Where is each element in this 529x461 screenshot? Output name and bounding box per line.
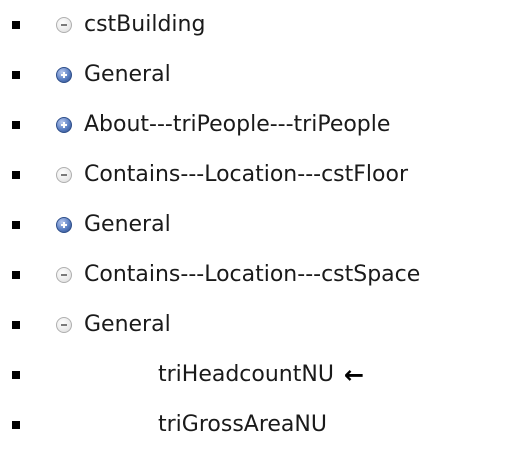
left-arrow-icon: ← [344,361,365,389]
tree-item-label[interactable]: Contains---Location---cstFloor [84,160,408,190]
bullet-icon [12,271,20,279]
tree-item-label[interactable]: General [84,310,171,340]
collapse-icon[interactable] [56,317,72,333]
bullet-icon [12,171,20,179]
expand-icon[interactable] [56,217,72,233]
bullet-icon [12,421,20,429]
bullet-icon [12,321,20,329]
field-tree: cstBuilding General About---triPeople---… [0,0,529,461]
tree-item-label[interactable]: triHeadcountNU [158,360,334,390]
bullet-icon [12,221,20,229]
tree-item-label[interactable]: triGrossAreaNU [158,410,327,440]
tree-item-label[interactable]: General [84,60,171,90]
collapse-icon[interactable] [56,267,72,283]
collapse-icon[interactable] [56,17,72,33]
bullet-icon [12,71,20,79]
collapse-icon[interactable] [56,167,72,183]
expand-icon[interactable] [56,67,72,83]
bullet-icon [12,21,20,29]
tree-item-label[interactable]: Contains---Location---cstSpace [84,260,420,290]
tree-item-label[interactable]: General [84,210,171,240]
bullet-icon [12,121,20,129]
tree-item-label[interactable]: About---triPeople---triPeople [84,110,390,140]
expand-icon[interactable] [56,117,72,133]
tree-item-label[interactable]: cstBuilding [84,10,205,40]
bullet-icon [12,371,20,379]
